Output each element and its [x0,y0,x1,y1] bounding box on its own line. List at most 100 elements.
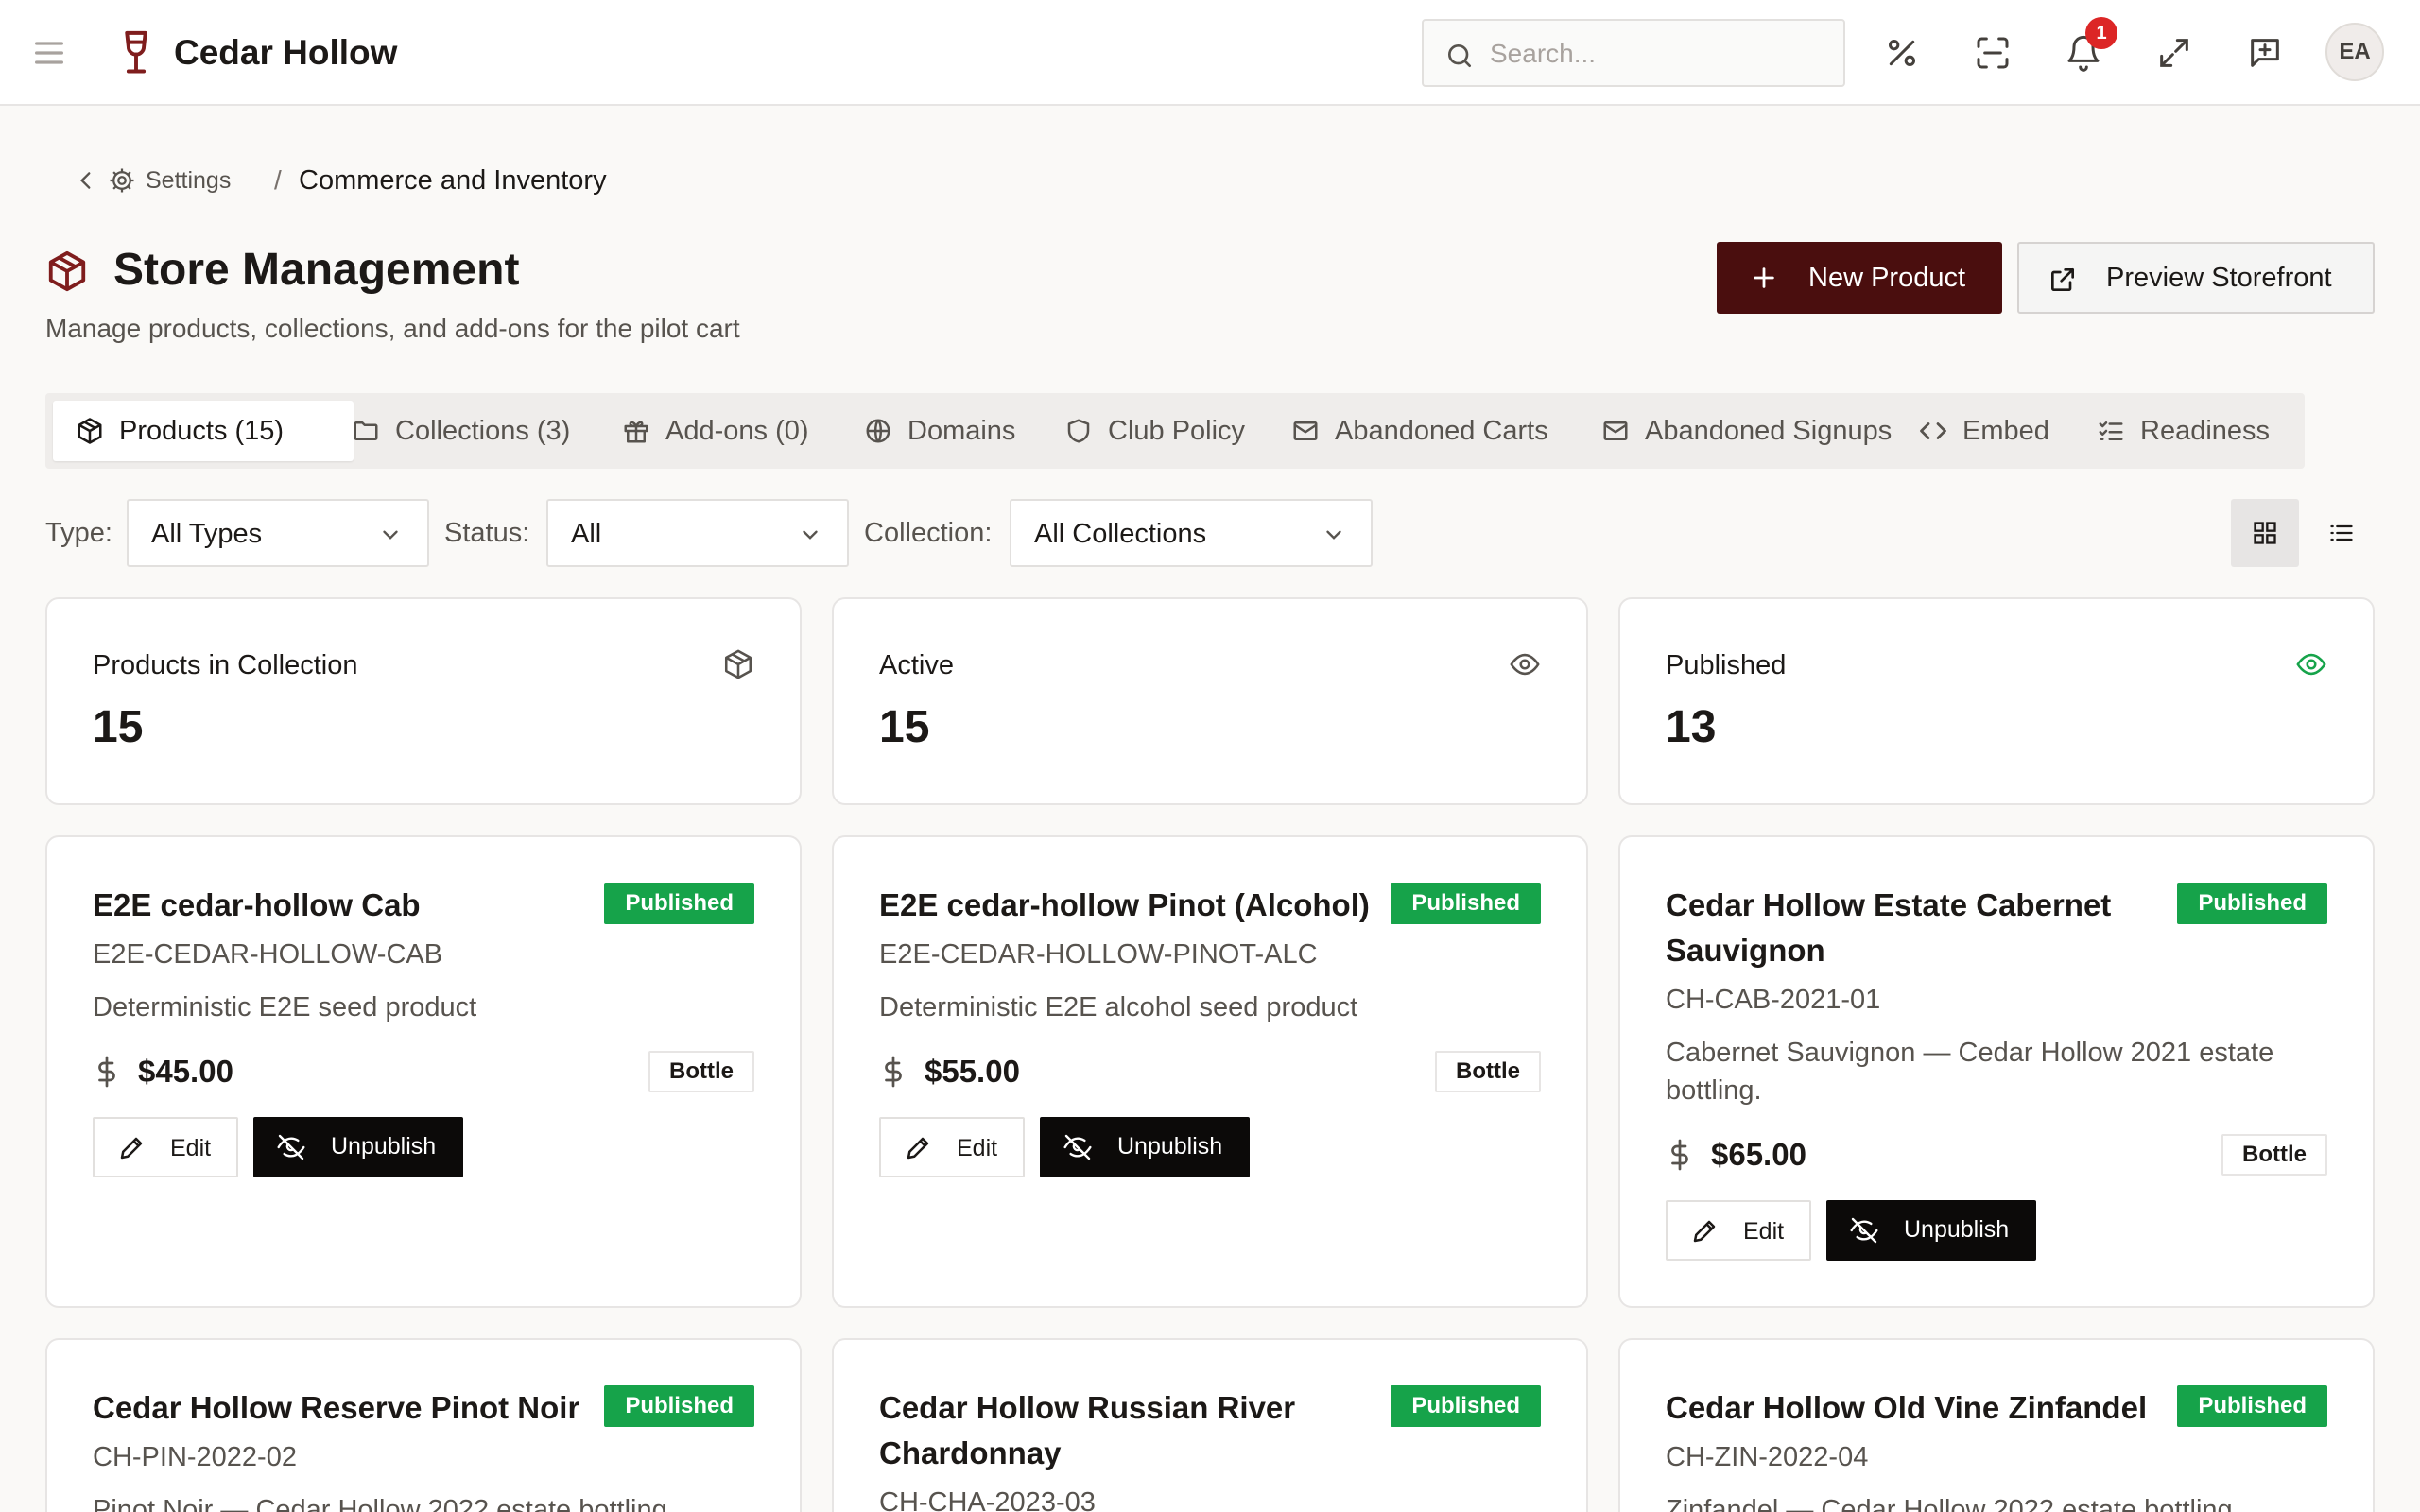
chevron-down-icon [798,523,822,547]
unpublish-button[interactable]: Unpublish [1826,1200,2036,1261]
stat-label: Active [879,650,954,680]
eye-icon [2295,648,2327,680]
gear-icon [108,166,136,195]
mail-icon [1601,417,1630,445]
product-sku: CH-PIN-2022-02 [93,1442,297,1472]
menu-icon[interactable] [30,34,68,72]
chevron-down-icon [378,523,403,547]
top-bar: Cedar Hollow 1 EA [0,0,2420,106]
edit-label: Edit [957,1135,998,1161]
status-filter-label: Status: [444,518,530,548]
stat-value: 15 [93,702,144,752]
stat-card-active: Active 15 [832,597,1588,805]
tab-label: Abandoned Carts [1335,416,1548,446]
tab-products[interactable]: Products (15) [53,401,354,461]
unpublish-button[interactable]: Unpublish [1040,1117,1250,1177]
search-icon [1444,41,1475,71]
type-select[interactable]: All Types [127,499,429,567]
status-select-value: All [571,519,602,549]
product-price: $55.00 [925,1054,1020,1089]
external-link-icon [2048,265,2078,295]
shield-icon [1064,417,1093,445]
product-card: Cedar Hollow Old Vine Zinfandel Publishe… [1618,1338,2375,1512]
unpublish-label: Unpublish [1904,1216,2010,1243]
edit-button[interactable]: Edit [93,1117,238,1177]
avatar[interactable]: EA [2325,23,2384,81]
list-view-button[interactable] [2307,499,2375,567]
unpublish-button[interactable]: Unpublish [253,1117,463,1177]
expand-icon[interactable] [2155,34,2193,72]
status-badge: Published [604,883,754,924]
tab-collections[interactable]: Collections (3) [329,401,584,461]
product-name[interactable]: E2E cedar-hollow Pinot (Alcohol) [879,883,1371,928]
mail-icon [1291,417,1320,445]
tab-add-ons[interactable]: Add-ons (0) [599,401,847,461]
discount-icon[interactable] [1883,34,1921,72]
tab-label: Embed [1962,416,2049,446]
preview-storefront-label: Preview Storefront [2106,263,2332,293]
product-card: E2E cedar-hollow Pinot (Alcohol) Publish… [832,835,1588,1308]
plus-icon [1751,265,1777,291]
feedback-icon[interactable] [2246,34,2284,72]
product-name[interactable]: Cedar Hollow Russian River Chardonnay [879,1385,1371,1476]
grid-view-button[interactable] [2231,499,2299,567]
product-sku: CH-CAB-2021-01 [1666,985,1881,1015]
list-icon [2330,524,2353,541]
stat-card-published: Published 13 [1618,597,2375,805]
scan-icon[interactable] [1974,34,2012,72]
product-card: Cedar Hollow Reserve Pinot Noir Publishe… [45,1338,802,1512]
product-card: E2E cedar-hollow Cab Published E2E-CEDAR… [45,835,802,1308]
product-sku: E2E-CEDAR-HOLLOW-CAB [93,939,443,970]
new-product-button[interactable]: New Product [1717,242,2002,314]
edit-button[interactable]: Edit [879,1117,1025,1177]
edit-label: Edit [170,1135,212,1161]
dollar-icon [95,1055,119,1089]
tab-abandoned-carts[interactable]: Abandoned Carts [1269,401,1567,461]
status-select[interactable]: All [546,499,849,567]
checklist-icon [2097,417,2125,445]
tab-label: Add-ons (0) [666,416,809,446]
chevron-down-icon [1322,523,1346,547]
brand-name[interactable]: Cedar Hollow [174,28,397,77]
tab-embed[interactable]: Embed [1896,401,2072,461]
product-name[interactable]: E2E cedar-hollow Cab [93,883,584,928]
status-badge: Published [604,1385,754,1427]
product-description: Cabernet Sauvignon — Cedar Hollow 2021 e… [1666,1038,2274,1106]
unpublish-label: Unpublish [331,1133,437,1160]
stat-label: Published [1666,650,1787,680]
eye-icon [1509,648,1541,680]
tab-bar: Products (15) Collections (3) Add-ons (0… [45,393,2305,469]
tab-club-policy[interactable]: Club Policy [1042,401,1267,461]
stat-card-products: Products in Collection 15 [45,597,802,805]
search-input[interactable] [1490,34,1830,74]
type-select-value: All Types [151,519,263,549]
product-name[interactable]: Cedar Hollow Estate Cabernet Sauvignon [1666,883,2157,973]
page-title: Store Management [113,245,520,295]
new-product-label: New Product [1808,263,1966,293]
preview-storefront-button[interactable]: Preview Storefront [2017,242,2375,314]
tab-readiness[interactable]: Readiness [2074,401,2305,461]
collection-select-value: All Collections [1034,519,1207,549]
tab-domains[interactable]: Domains [841,401,1051,461]
product-name[interactable]: Cedar Hollow Old Vine Zinfandel [1666,1385,2157,1431]
product-card: Cedar Hollow Russian River Chardonnay Pu… [832,1338,1588,1512]
eye-off-icon [1063,1134,1092,1160]
notification-badge: 1 [2085,17,2118,49]
product-sku: E2E-CEDAR-HOLLOW-PINOT-ALC [879,939,1318,970]
wine-glass-icon [117,28,155,77]
breadcrumb-settings[interactable]: Settings [146,166,231,195]
chevron-left-icon[interactable] [74,168,98,193]
dollar-icon [881,1055,906,1089]
collection-select[interactable]: All Collections [1010,499,1373,567]
box-icon [45,249,89,293]
tab-abandoned-signups[interactable]: Abandoned Signups [1579,401,1908,461]
edit-button[interactable]: Edit [1666,1200,1811,1261]
status-badge: Published [2177,883,2327,924]
product-name[interactable]: Cedar Hollow Reserve Pinot Noir [93,1385,584,1431]
tab-label: Products (15) [119,416,285,446]
unit-badge: Bottle [2221,1134,2327,1176]
product-description: Deterministic E2E alcohol seed product [879,992,1358,1022]
search-box[interactable] [1422,19,1845,87]
globe-icon [864,417,892,445]
product-sku: CH-ZIN-2022-04 [1666,1442,1869,1472]
